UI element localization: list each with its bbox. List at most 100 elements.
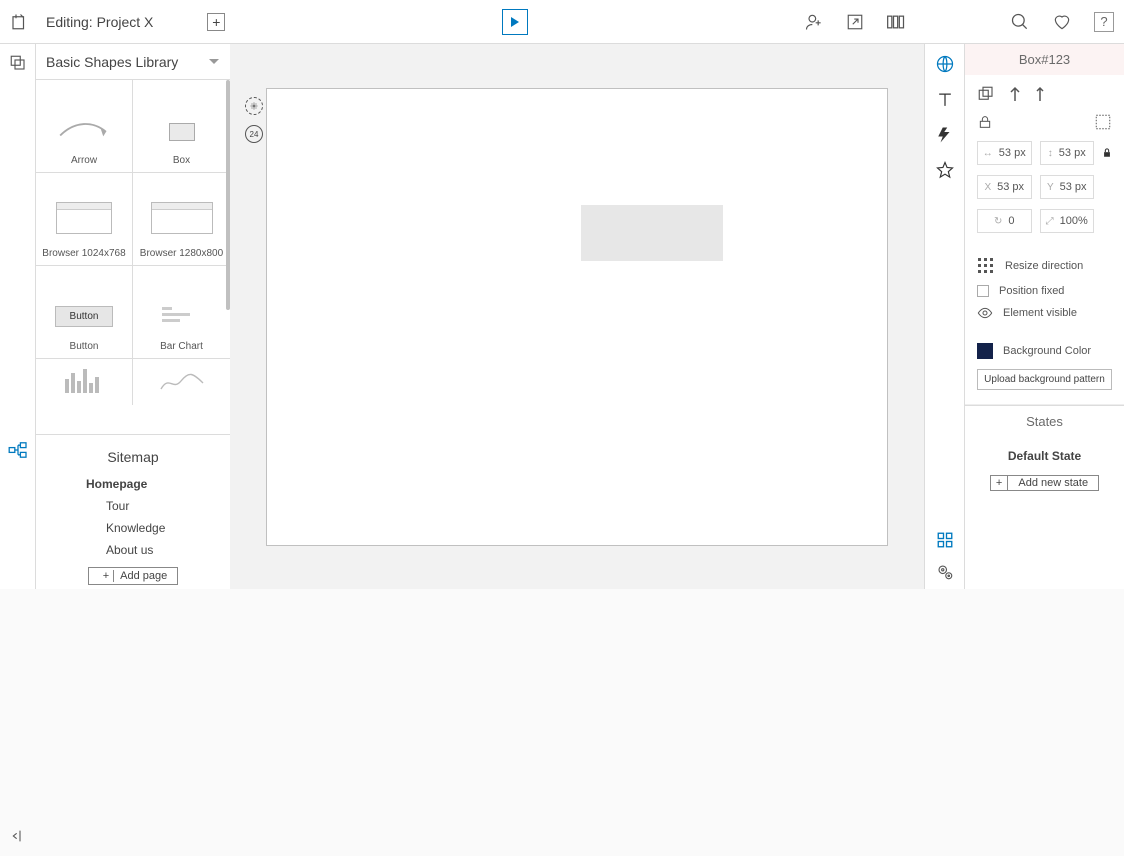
button-shape-icon: Button — [55, 306, 114, 327]
width-input[interactable]: ↔53 px — [977, 141, 1032, 165]
histogram-icon — [63, 369, 105, 395]
library-item-label: Button — [70, 341, 99, 358]
upload-pattern-button[interactable]: Upload background pattern — [977, 369, 1112, 390]
sitemap-toggle-icon[interactable] — [8, 442, 28, 458]
inspector-panel: Box#123 — [964, 44, 1124, 589]
library-title: Basic Shapes Library — [46, 54, 198, 70]
project-icon[interactable] — [10, 13, 28, 31]
y-input[interactable]: Y53 px — [1040, 175, 1095, 199]
library-item-linechart[interactable] — [133, 359, 230, 405]
box-icon — [169, 123, 195, 141]
background-color-row[interactable]: Background Color — [977, 343, 1112, 359]
add-state-button[interactable]: + Add new state — [990, 475, 1099, 491]
export-icon[interactable] — [846, 13, 864, 31]
library-item-box[interactable]: Box — [133, 80, 230, 172]
interactions-icon[interactable] — [936, 126, 954, 144]
color-swatch — [977, 343, 993, 359]
left-rail — [0, 44, 36, 589]
grid-view-icon[interactable] — [936, 531, 954, 549]
canvas[interactable]: 24 — [266, 88, 888, 546]
library-item-barchart[interactable]: Bar Chart — [133, 266, 230, 358]
sitemap-item[interactable]: About us — [36, 539, 230, 561]
sitemap-panel: Sitemap Homepage Tour Knowledge About us… — [36, 434, 230, 589]
settings-icon[interactable] — [936, 563, 954, 581]
library-header[interactable]: Basic Shapes Library — [36, 44, 230, 80]
add-state-label: Add new state — [1008, 476, 1098, 490]
layers-toggle-icon[interactable] — [9, 54, 27, 72]
add-page-button[interactable]: + — [207, 13, 225, 31]
default-state-label[interactable]: Default State — [1008, 443, 1081, 469]
arrow-up-icon[interactable] — [1009, 86, 1021, 102]
library-item-histogram[interactable] — [36, 359, 133, 405]
page-title: Editing: Project X — [42, 14, 153, 30]
resize-label: Resize direction — [1005, 260, 1083, 272]
right-rail — [924, 44, 964, 589]
add-page-button[interactable]: + Add page — [88, 567, 178, 585]
star-icon[interactable] — [935, 160, 955, 180]
zoom-icon: ⤢ — [1046, 216, 1054, 227]
library-item-label: Browser 1024x768 — [42, 248, 125, 265]
arrow-icon — [56, 119, 112, 141]
lock-icon[interactable] — [977, 114, 993, 130]
plus-icon: + — [991, 476, 1008, 490]
zoom-input[interactable]: ⤢100% — [1040, 209, 1095, 233]
sitemap-root[interactable]: Homepage — [36, 473, 230, 495]
browser-icon — [151, 202, 213, 234]
bar-chart-icon — [162, 305, 202, 327]
layout-columns-icon[interactable] — [886, 14, 906, 30]
inspector-title: Box#123 — [965, 44, 1124, 75]
rotation-input[interactable]: ↻0 — [977, 209, 1032, 233]
library-grid: Arrow Box Browser 1024x768 Browser 1280x… — [36, 80, 230, 434]
favorite-icon[interactable] — [1052, 12, 1072, 32]
library-item-label: Browser 1280x800 — [140, 248, 223, 265]
library-item-label: Bar Chart — [160, 341, 203, 358]
x-label: X — [984, 182, 991, 193]
history-count: 24 — [245, 125, 263, 143]
add-user-icon[interactable] — [804, 12, 824, 32]
chevron-down-icon — [208, 57, 220, 67]
add-page-label: Add page — [120, 570, 167, 582]
arrow-up-thin-icon[interactable] — [1035, 86, 1045, 102]
text-tool-icon[interactable] — [935, 90, 955, 110]
library-item-browser-1280[interactable]: Browser 1280x800 — [133, 173, 230, 265]
resize-grid-icon — [977, 257, 995, 275]
selected-box-element[interactable] — [581, 205, 723, 261]
sitemap-item[interactable]: Tour — [36, 495, 230, 517]
plus-icon: + — [99, 570, 114, 582]
collapse-left-icon[interactable] — [10, 828, 26, 856]
top-toolbar: Editing: Project X + ? — [0, 0, 1124, 44]
resize-direction-row[interactable]: Resize direction — [977, 257, 1112, 275]
help-button[interactable]: ? — [1094, 12, 1114, 32]
x-input[interactable]: X53 px — [977, 175, 1032, 199]
y-label: Y — [1047, 182, 1054, 193]
canvas-area: 24 — [230, 44, 924, 589]
library-item-label: Box — [173, 155, 190, 172]
preview-button[interactable] — [502, 9, 528, 35]
left-panel: Basic Shapes Library Arrow Box — [36, 44, 230, 589]
sitemap-item[interactable]: Knowledge — [36, 517, 230, 539]
library-item-arrow[interactable]: Arrow — [36, 80, 133, 172]
sitemap-title: Sitemap — [36, 443, 230, 473]
library-item-browser-1024[interactable]: Browser 1024x768 — [36, 173, 133, 265]
checkbox-icon — [977, 285, 989, 297]
canvas-settings-icon[interactable] — [245, 97, 263, 115]
library-item-button[interactable]: Button Button — [36, 266, 133, 358]
canvas-history-icon[interactable]: 24 — [245, 125, 263, 143]
width-icon: ↔ — [983, 148, 993, 159]
rotate-icon: ↻ — [994, 216, 1002, 227]
library-item-label: Arrow — [71, 155, 97, 172]
globe-icon[interactable] — [935, 54, 955, 74]
search-icon[interactable] — [1010, 12, 1030, 32]
eye-icon — [977, 307, 993, 319]
states-panel: Default State + Add new state — [965, 437, 1124, 501]
bounding-box-icon[interactable] — [1094, 113, 1112, 131]
aspect-lock-icon[interactable] — [1102, 147, 1112, 159]
line-chart-icon — [159, 369, 205, 395]
element-visible-label: Element visible — [1003, 307, 1077, 319]
duplicate-icon[interactable] — [977, 85, 995, 103]
element-visible-row[interactable]: Element visible — [977, 307, 1112, 319]
height-input[interactable]: ↕53 px — [1040, 141, 1095, 165]
position-fixed-row[interactable]: Position fixed — [977, 285, 1112, 297]
position-fixed-label: Position fixed — [999, 285, 1064, 297]
play-icon — [511, 17, 519, 27]
